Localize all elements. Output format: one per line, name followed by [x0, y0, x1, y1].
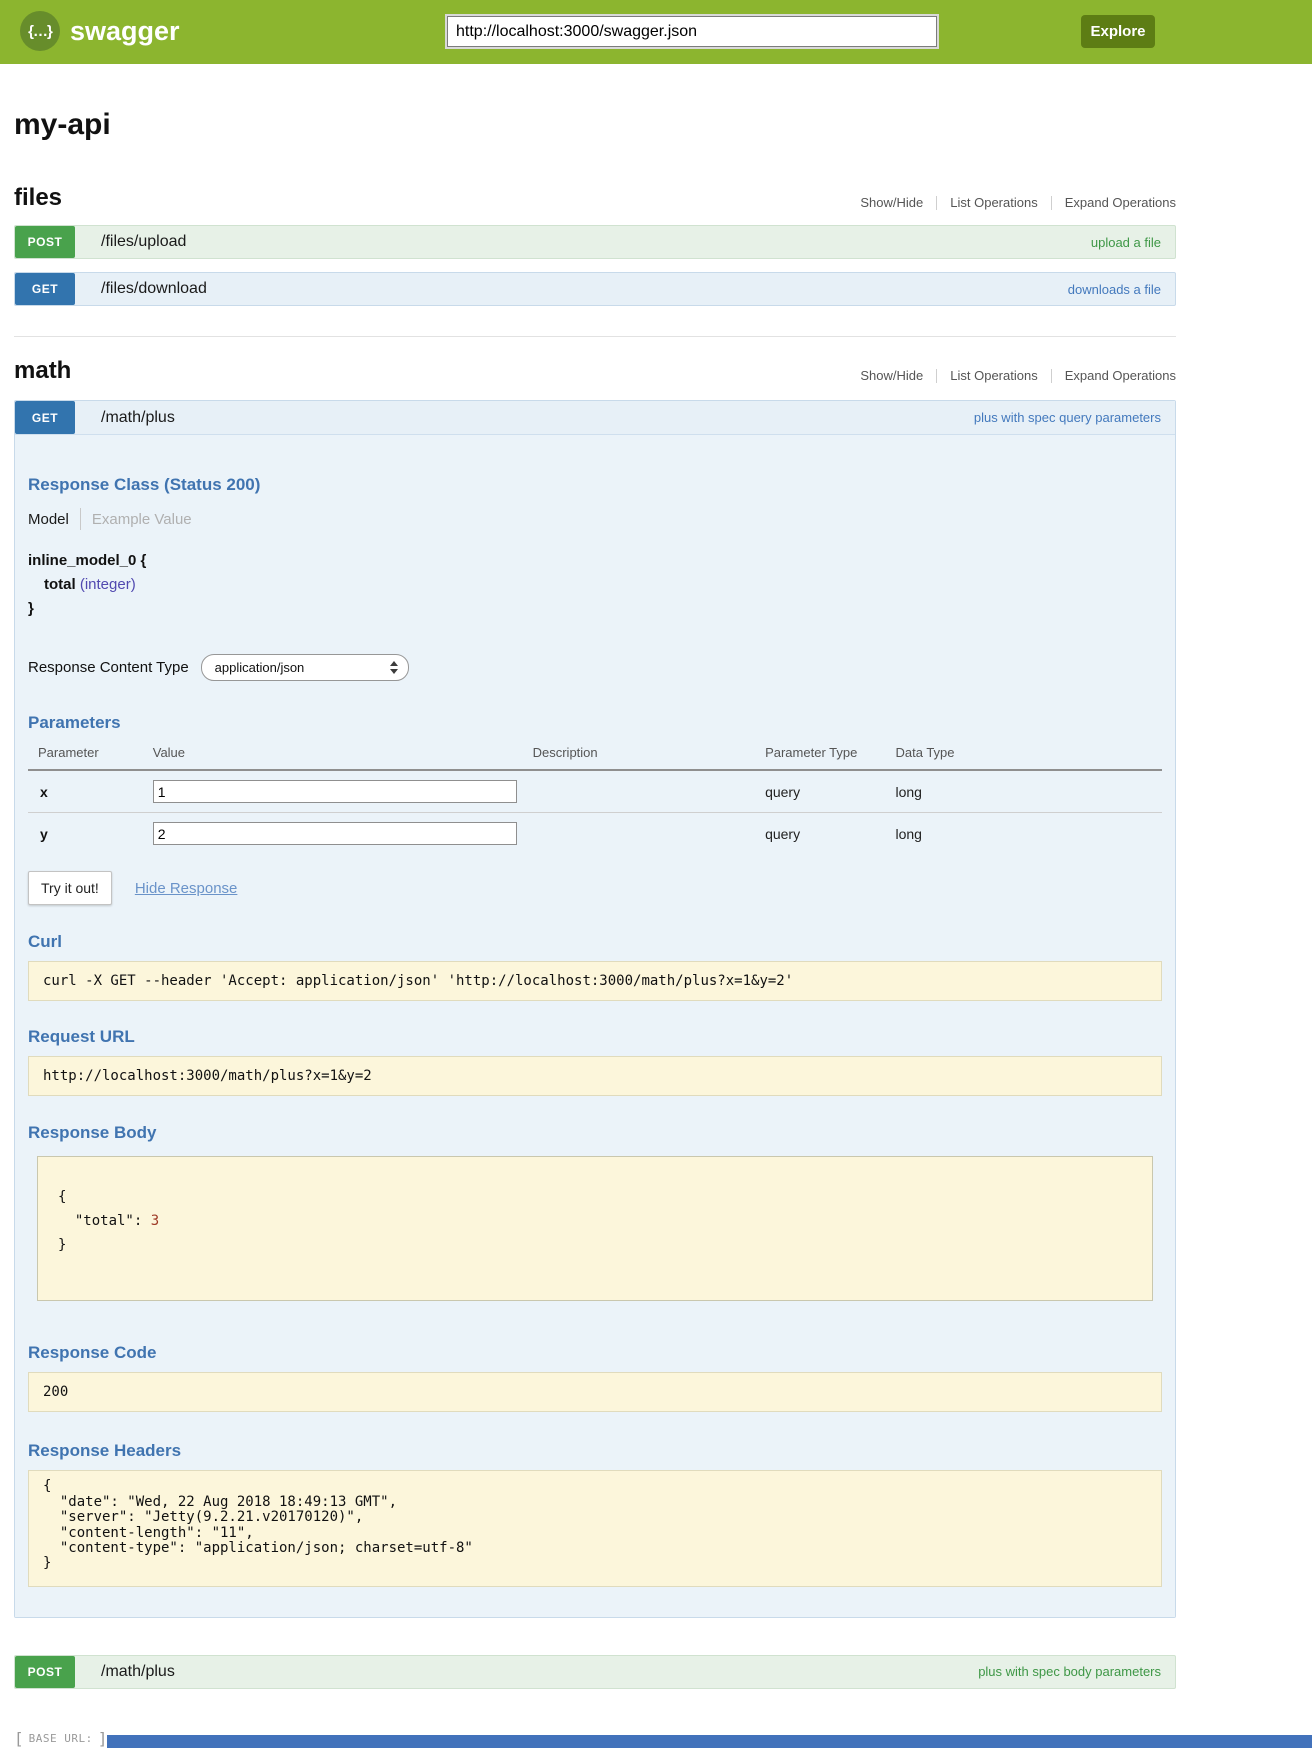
- show-hide-link[interactable]: Show/Hide: [847, 369, 936, 383]
- swagger-topbar: {…} swagger Explore: [0, 0, 1312, 64]
- response-content-type-row: Response Content Type application/json: [28, 654, 1162, 681]
- swagger-logo-glyph: {…}: [28, 23, 52, 40]
- op-summary[interactable]: plus with spec query parameters: [974, 410, 1161, 425]
- base-url-open-bracket: [: [14, 1729, 24, 1748]
- list-operations-link[interactable]: List Operations: [936, 196, 1050, 210]
- param-data-type: long: [895, 770, 1162, 813]
- col-description: Description: [533, 737, 765, 770]
- model-name: inline_model_0 {: [28, 552, 1162, 569]
- section-controls-math: Show/Hide List Operations Expand Operati…: [847, 369, 1176, 385]
- param-description: [533, 770, 765, 813]
- section-math: math Show/Hide List Operations Expand Op…: [14, 357, 1176, 1689]
- op-summary[interactable]: upload a file: [1091, 235, 1161, 250]
- spec-url-input[interactable]: [447, 16, 937, 47]
- json-number-value: 3: [151, 1213, 159, 1229]
- json-close-brace: }: [58, 1237, 66, 1253]
- response-headers-heading: Response Headers: [28, 1441, 1162, 1461]
- list-operations-link[interactable]: List Operations: [936, 369, 1050, 383]
- tab-example-value[interactable]: Example Value: [81, 511, 192, 528]
- expand-operations-link[interactable]: Expand Operations: [1051, 369, 1176, 383]
- base-url-close-bracket: ]: [98, 1729, 108, 1748]
- section-divider: [14, 336, 1176, 337]
- param-row-y: y query long: [28, 813, 1162, 855]
- response-content-type-select[interactable]: application/json: [201, 654, 409, 681]
- show-hide-link[interactable]: Show/Hide: [847, 196, 936, 210]
- method-badge-post: POST: [15, 226, 75, 258]
- param-type: query: [765, 813, 895, 855]
- swagger-logo-icon: {…}: [20, 11, 60, 51]
- op-expanded-get-math-plus: GET /math/plus plus with spec query para…: [14, 400, 1176, 1618]
- op-summary[interactable]: plus with spec body parameters: [978, 1664, 1161, 1679]
- section-title-math[interactable]: math: [14, 357, 71, 385]
- method-badge-get: GET: [15, 401, 75, 434]
- section-title-files[interactable]: files: [14, 184, 62, 212]
- op-row-post-files-upload[interactable]: POST /files/upload upload a file: [14, 225, 1176, 259]
- col-data-type: Data Type: [895, 737, 1162, 770]
- param-x-input[interactable]: [153, 780, 517, 803]
- request-url-block: http://localhost:3000/math/plus?x=1&y=2: [28, 1056, 1162, 1096]
- response-class-heading: Response Class (Status 200): [28, 475, 1162, 495]
- op-panel: Response Class (Status 200) Model Exampl…: [15, 435, 1175, 1617]
- param-y-input[interactable]: [153, 822, 517, 845]
- section-files: files Show/Hide List Operations Expand O…: [14, 184, 1176, 306]
- section-head-files: files Show/Hide List Operations Expand O…: [14, 184, 1176, 212]
- col-value: Value: [153, 737, 533, 770]
- updown-arrows-icon: [390, 661, 398, 674]
- hide-response-link[interactable]: Hide Response: [135, 880, 238, 897]
- bottom-blue-bar: [107, 1735, 1312, 1748]
- parameters-header-row: Parameter Value Description Parameter Ty…: [28, 737, 1162, 770]
- section-head-math: math Show/Hide List Operations Expand Op…: [14, 357, 1176, 385]
- op-row-get-files-download[interactable]: GET /files/download downloads a file: [14, 272, 1176, 306]
- param-data-type: long: [895, 813, 1162, 855]
- model-property-type: (integer): [80, 576, 136, 593]
- param-name: y: [28, 813, 153, 855]
- try-row: Try it out! Hide Response: [28, 871, 1162, 905]
- response-body-heading: Response Body: [28, 1123, 1162, 1143]
- param-name: x: [28, 770, 153, 813]
- expand-operations-link[interactable]: Expand Operations: [1051, 196, 1176, 210]
- curl-command-block: curl -X GET --header 'Accept: applicatio…: [28, 961, 1162, 1001]
- response-code-heading: Response Code: [28, 1343, 1162, 1363]
- model-tabs: Model Example Value: [28, 508, 1162, 530]
- page-title: my-api: [14, 108, 1176, 142]
- tab-model[interactable]: Model: [28, 511, 80, 528]
- op-path[interactable]: /files/download: [101, 280, 207, 298]
- op-row-post-math-plus[interactable]: POST /math/plus plus with spec body para…: [14, 1655, 1176, 1689]
- response-body-block: { "total": 3 }: [37, 1156, 1153, 1301]
- param-description: [533, 813, 765, 855]
- response-headers-block: { "date": "Wed, 22 Aug 2018 18:49:13 GMT…: [28, 1470, 1162, 1586]
- op-path[interactable]: /math/plus: [101, 1663, 175, 1681]
- try-it-out-button[interactable]: Try it out!: [28, 871, 112, 905]
- model-signature: inline_model_0 { total (integer) }: [28, 552, 1162, 617]
- json-key: "total":: [58, 1213, 151, 1229]
- curl-heading: Curl: [28, 932, 1162, 952]
- swagger-logo-text: swagger: [70, 16, 180, 47]
- json-open-brace: {: [58, 1189, 66, 1205]
- op-row-get-math-plus[interactable]: GET /math/plus plus with spec query para…: [15, 401, 1175, 435]
- method-badge-post: POST: [15, 1656, 75, 1688]
- param-type: query: [765, 770, 895, 813]
- response-content-type-label: Response Content Type: [28, 659, 189, 676]
- response-headers-json: { "date": "Wed, 22 Aug 2018 18:49:13 GMT…: [43, 1479, 1147, 1571]
- model-close-brace: }: [28, 600, 1162, 617]
- model-property-name: total: [44, 576, 76, 593]
- main-content: my-api files Show/Hide List Operations E…: [14, 108, 1176, 1689]
- swagger-logo[interactable]: {…} swagger: [20, 11, 180, 51]
- method-badge-get: GET: [15, 273, 75, 305]
- col-parameter: Parameter: [28, 737, 153, 770]
- response-code-block: 200: [28, 1372, 1162, 1412]
- op-path[interactable]: /files/upload: [101, 233, 186, 251]
- param-row-x: x query long: [28, 770, 1162, 813]
- request-url-heading: Request URL: [28, 1027, 1162, 1047]
- col-parameter-type: Parameter Type: [765, 737, 895, 770]
- section-controls-files: Show/Hide List Operations Expand Operati…: [847, 196, 1176, 212]
- model-property: total (integer): [44, 576, 1162, 593]
- op-summary[interactable]: downloads a file: [1068, 282, 1161, 297]
- parameters-heading: Parameters: [28, 713, 1162, 733]
- op-path[interactable]: /math/plus: [101, 409, 175, 427]
- parameters-table: Parameter Value Description Parameter Ty…: [28, 737, 1162, 854]
- select-value: application/json: [215, 660, 305, 675]
- explore-button[interactable]: Explore: [1081, 15, 1155, 48]
- base-url-label: BASE URL:: [29, 1732, 93, 1745]
